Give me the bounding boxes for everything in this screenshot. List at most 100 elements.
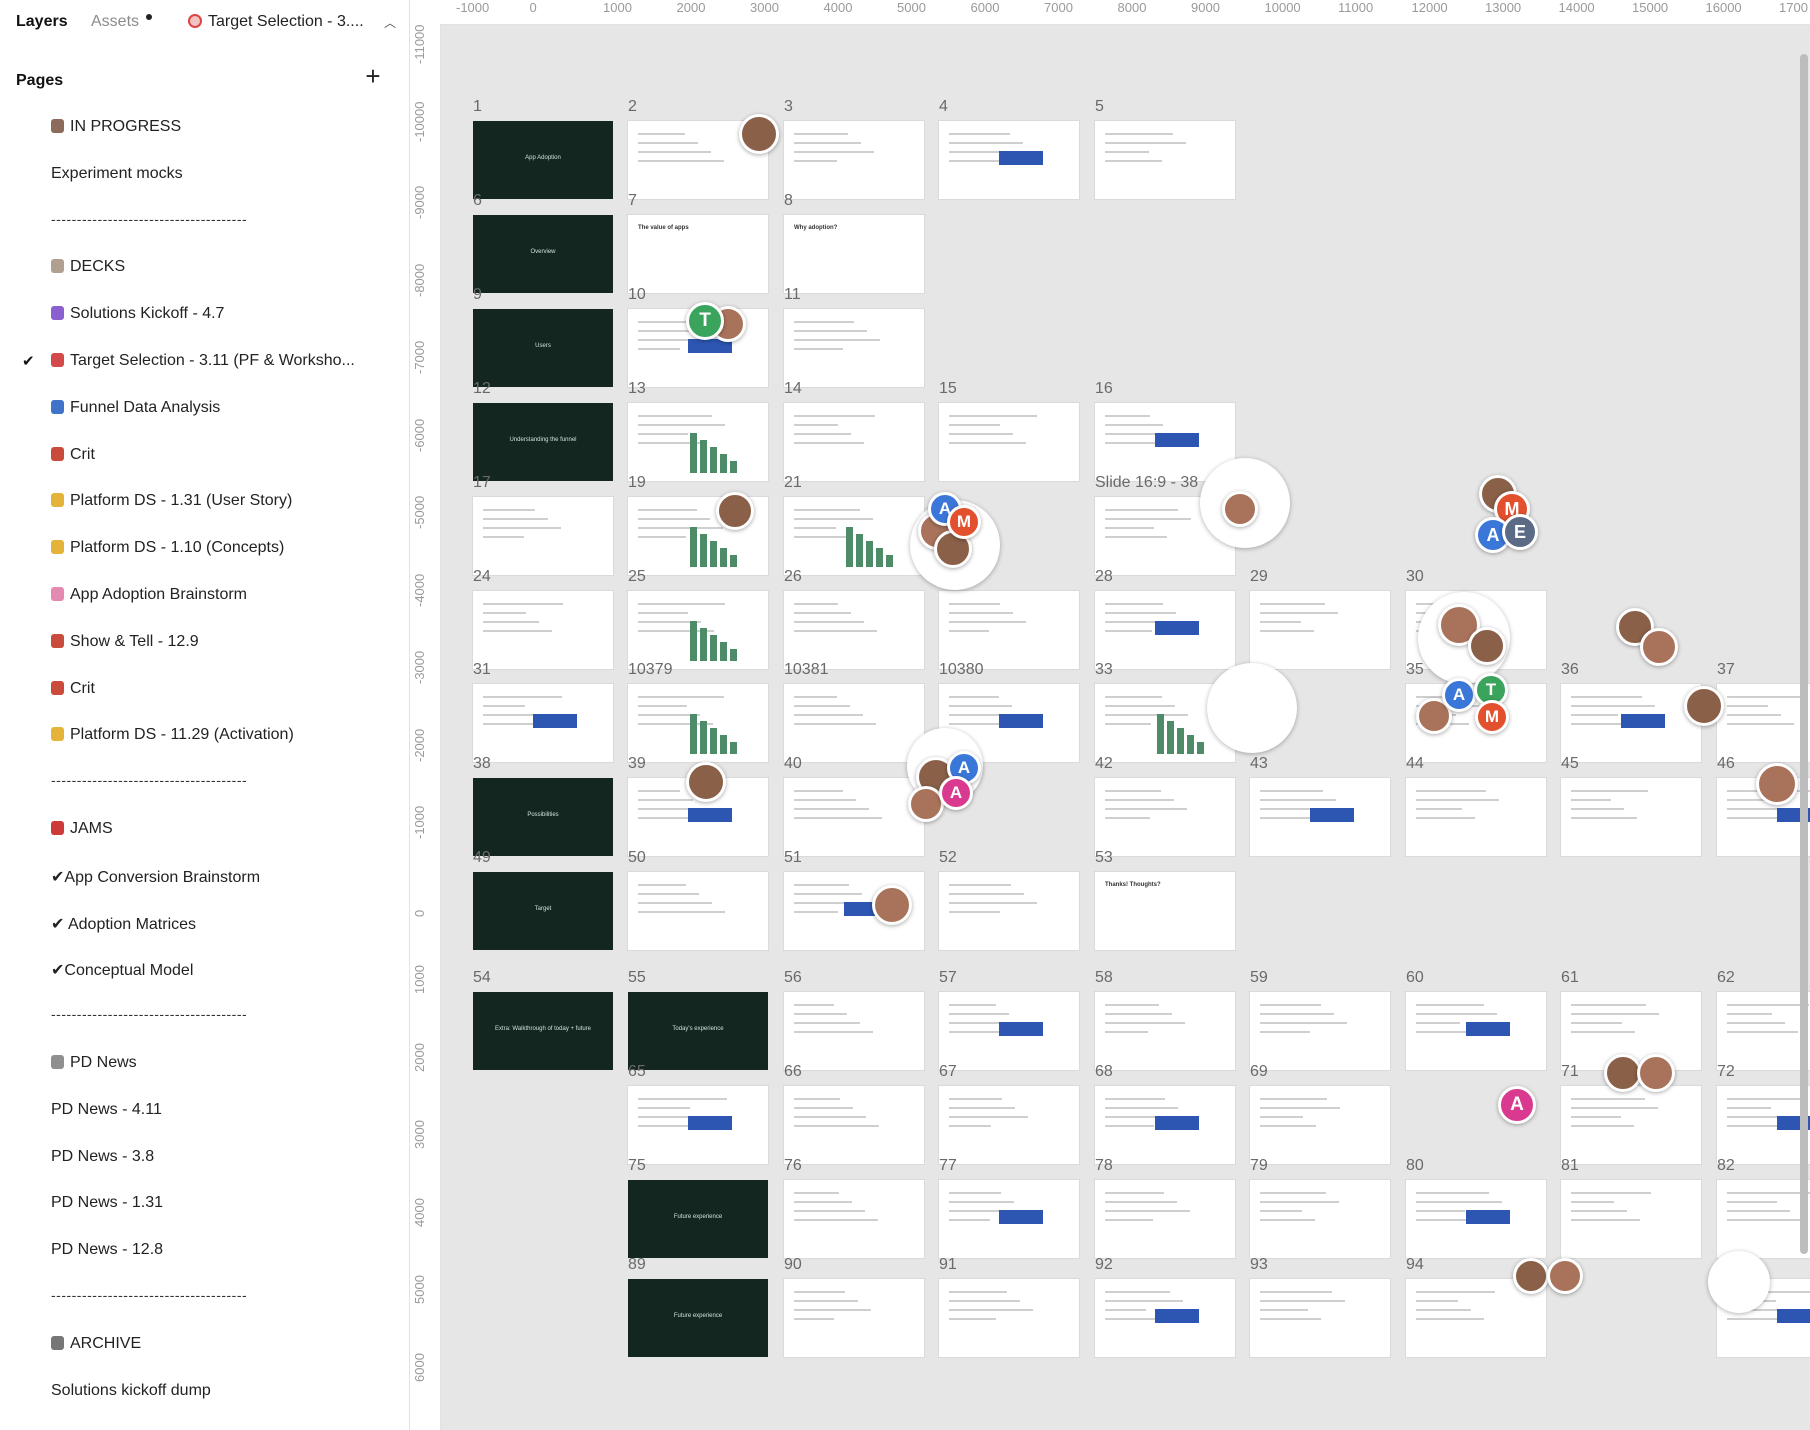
slide-thumbnail[interactable]: Why adoption? (784, 215, 924, 293)
user-avatar[interactable] (872, 885, 912, 925)
slide-thumbnail[interactable] (628, 684, 768, 762)
page-item[interactable]: ARCHIVE (0, 1326, 409, 1364)
slide-thumbnail[interactable]: Possibilities (473, 778, 613, 856)
user-avatar[interactable] (686, 762, 726, 802)
page-item[interactable]: Crit (0, 671, 409, 709)
user-avatar[interactable] (739, 114, 779, 154)
slide-thumbnail[interactable]: Future experience (628, 1180, 768, 1258)
slide-thumbnail[interactable] (1717, 992, 1810, 1070)
slide-thumbnail[interactable] (1250, 591, 1390, 669)
slide-thumbnail[interactable] (1406, 992, 1546, 1070)
slide-thumbnail[interactable] (1406, 778, 1546, 856)
slide-thumbnail[interactable] (1250, 992, 1390, 1070)
slide-thumbnail[interactable] (628, 591, 768, 669)
slide-thumbnail[interactable] (939, 591, 1079, 669)
slide-thumbnail[interactable] (1095, 992, 1235, 1070)
slide-thumbnail[interactable] (784, 1279, 924, 1357)
user-initial-avatar[interactable]: M (1475, 700, 1509, 734)
user-avatar[interactable] (1468, 627, 1506, 665)
page-item[interactable]: PD News - 1.31 (0, 1185, 409, 1223)
slide-thumbnail[interactable] (473, 497, 613, 575)
slide-thumbnail[interactable]: Thanks! Thoughts? (1095, 872, 1235, 950)
slide-thumbnail[interactable] (784, 497, 924, 575)
vertical-scrollbar[interactable] (1800, 24, 1808, 1430)
page-item[interactable]: JAMS (0, 811, 409, 849)
page-item[interactable]: Crit (0, 437, 409, 475)
slide-thumbnail[interactable] (784, 1180, 924, 1258)
tab-layers[interactable]: Layers (16, 13, 68, 31)
user-initial-avatar[interactable]: A (939, 776, 973, 810)
slide-thumbnail[interactable] (628, 403, 768, 481)
slide-thumbnail[interactable] (1561, 684, 1701, 762)
page-item[interactable]: ✔Conceptual Model (0, 951, 409, 989)
slide-thumbnail[interactable] (1717, 1086, 1810, 1164)
user-avatar[interactable] (1222, 491, 1258, 527)
user-avatar[interactable] (1684, 686, 1724, 726)
current-page-selector[interactable]: Target Selection - 3.... (188, 13, 364, 31)
page-item[interactable]: Funnel Data Analysis (0, 390, 409, 428)
slide-thumbnail[interactable] (628, 1086, 768, 1164)
slide-thumbnail[interactable]: Understanding the funnel (473, 403, 613, 481)
chevron-up-icon[interactable]: ︿ (384, 14, 396, 31)
tab-assets[interactable]: Assets (91, 13, 139, 31)
slide-thumbnail[interactable] (473, 684, 613, 762)
slide-thumbnail[interactable] (784, 1086, 924, 1164)
canvas[interactable]: 1 App Adoption 2 3 4 5 6 Overview 7 The value of … (410, 0, 1810, 1430)
slide-thumbnail[interactable] (939, 872, 1079, 950)
scrollbar-thumb[interactable] (1800, 54, 1808, 1254)
slide-thumbnail[interactable]: Future experience (628, 1279, 768, 1357)
slide-thumbnail[interactable]: The value of apps (628, 215, 768, 293)
slide-thumbnail[interactable] (784, 121, 924, 199)
slide-thumbnail[interactable] (1095, 778, 1235, 856)
page-item[interactable]: ✔App Conversion Brainstorm (0, 858, 409, 896)
slide-thumbnail[interactable] (1095, 121, 1235, 199)
slide-thumbnail[interactable] (939, 1086, 1079, 1164)
slide-thumbnail[interactable] (784, 403, 924, 481)
page-separator[interactable]: -------------------------------------- (51, 1006, 247, 1022)
slide-thumbnail[interactable] (628, 872, 768, 950)
slide-thumbnail[interactable] (473, 591, 613, 669)
user-initial-avatar[interactable]: T (686, 302, 724, 340)
user-avatar[interactable] (1756, 763, 1798, 805)
slide-thumbnail[interactable] (939, 1279, 1079, 1357)
user-initial-avatar[interactable]: A (1442, 678, 1476, 712)
slide-thumbnail[interactable] (1095, 1279, 1235, 1357)
page-item[interactable]: Solutions kickoff dump (0, 1373, 409, 1411)
slide-thumbnail[interactable] (1561, 1180, 1701, 1258)
page-item[interactable]: Platform DS - 1.10 (Concepts) (0, 530, 409, 568)
slide-thumbnail[interactable] (1250, 778, 1390, 856)
user-avatar[interactable] (1513, 1258, 1549, 1294)
slide-thumbnail[interactable]: Target (473, 872, 613, 950)
page-separator[interactable]: -------------------------------------- (51, 211, 247, 227)
page-item[interactable]: Show & Tell - 12.9 (0, 624, 409, 662)
slide-thumbnail[interactable] (784, 591, 924, 669)
slide-thumbnail[interactable] (784, 992, 924, 1070)
slide-thumbnail[interactable]: Overview (473, 215, 613, 293)
slide-thumbnail[interactable] (784, 778, 924, 856)
slide-thumbnail[interactable] (1250, 1086, 1390, 1164)
page-item[interactable]: Experiment mocks (0, 156, 409, 194)
slide-thumbnail[interactable] (1561, 778, 1701, 856)
slide-thumbnail[interactable]: Users (473, 309, 613, 387)
user-avatar[interactable] (1547, 1258, 1583, 1294)
slide-thumbnail[interactable] (939, 403, 1079, 481)
slide-thumbnail[interactable] (1406, 1180, 1546, 1258)
page-item[interactable]: PD News - 3.8 (0, 1139, 409, 1177)
slide-thumbnail[interactable] (1561, 1086, 1701, 1164)
page-separator[interactable]: -------------------------------------- (51, 772, 247, 788)
slide-thumbnail[interactable] (784, 309, 924, 387)
user-initial-avatar[interactable]: M (947, 505, 981, 539)
user-avatar[interactable] (1640, 628, 1678, 666)
page-item[interactable]: PD News (0, 1045, 409, 1083)
slide-thumbnail[interactable] (1095, 591, 1235, 669)
slide-thumbnail[interactable]: Today's experience (628, 992, 768, 1070)
user-avatar[interactable] (716, 492, 754, 530)
page-item[interactable]: PD News - 12.8 (0, 1232, 409, 1270)
user-initial-avatar[interactable]: E (1502, 514, 1538, 550)
page-item[interactable]: Platform DS - 1.31 (User Story) (0, 483, 409, 521)
page-item[interactable]: ✔ Target Selection - 3.11 (PF & Worksho..… (0, 343, 409, 381)
page-item[interactable]: PD News - 4.11 (0, 1092, 409, 1130)
user-initial-avatar[interactable]: A (1498, 1086, 1536, 1124)
slide-thumbnail[interactable] (1717, 1180, 1810, 1258)
slide-thumbnail[interactable]: App Adoption (473, 121, 613, 199)
